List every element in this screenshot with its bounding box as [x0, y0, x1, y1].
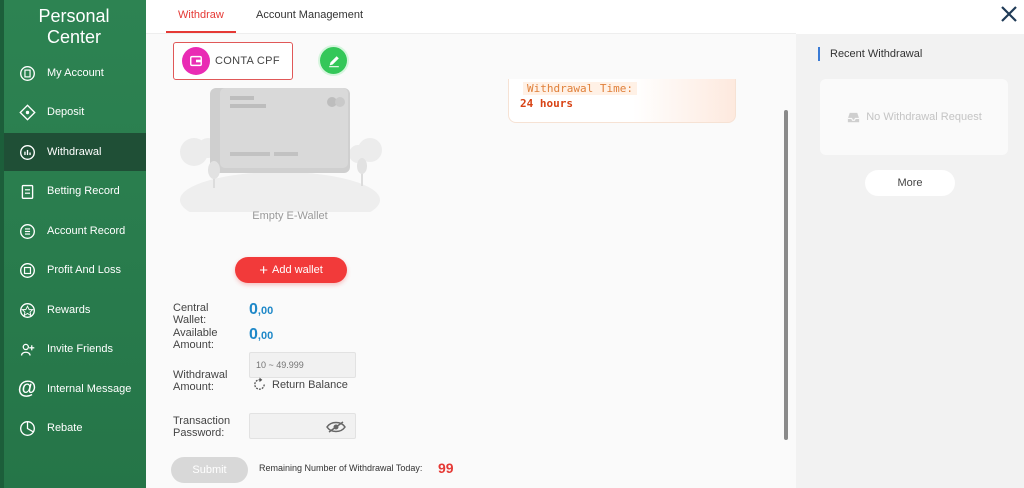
return-balance-label: Return Balance [272, 378, 348, 391]
more-button[interactable]: More [865, 170, 955, 196]
available-amount-label: Available Amount: [173, 327, 218, 351]
available-amount-int: 0 [249, 326, 258, 343]
sidebar-item-label: Internal Message [47, 383, 132, 395]
withdrawal-time-box: Withdrawal Time: 24 hours [508, 79, 736, 123]
central-wallet-dec: ,00 [257, 305, 274, 317]
sidebar-item-label: Account Record [47, 225, 126, 237]
profit-loss-icon [18, 261, 36, 279]
rewards-icon [18, 301, 36, 319]
sidebar-item-withdrawal[interactable]: Withdrawal [4, 133, 146, 171]
available-amount: 0,00 [249, 326, 273, 344]
inbox-icon [848, 112, 860, 122]
invite-friends-icon [18, 340, 36, 358]
rebate-icon [18, 419, 36, 437]
submit-button[interactable]: Submit [171, 457, 248, 483]
add-wallet-label: Add wallet [272, 264, 323, 276]
sidebar-item-deposit[interactable]: Deposit [4, 93, 146, 131]
central-wallet-int: 0 [249, 301, 258, 318]
sidebar-item-my-account[interactable]: My Account [4, 54, 146, 92]
sidebar-item-label: Profit And Loss [47, 264, 121, 276]
sidebar-item-label: Invite Friends [47, 343, 114, 355]
sidebar-item-label: Deposit [47, 106, 85, 118]
refresh-icon [254, 377, 265, 390]
tab-active-underline [166, 31, 236, 33]
sidebar-title: Personal Center [38, 6, 110, 47]
sidebar-item-betting-record[interactable]: Betting Record [4, 172, 146, 210]
withdrawal-time-value: 24 hours [520, 97, 573, 110]
central-wallet-amount: 0,00 [249, 301, 273, 319]
sidebar-item-label: Betting Record [47, 185, 120, 197]
transaction-password-input[interactable] [249, 413, 356, 439]
sidebar-item-label: Rewards [47, 304, 91, 316]
no-withdrawal-request-text: No Withdrawal Request [866, 111, 982, 123]
wallet-icon [182, 47, 210, 75]
conta-cpf-button[interactable]: CONTA CPF [173, 42, 293, 80]
sidebar: Personal Center My Account Deposit Withd… [0, 0, 146, 488]
account-icon [18, 64, 36, 82]
no-withdrawal-request-box: No Withdrawal Request [820, 79, 1008, 155]
at-icon: @ [17, 378, 37, 399]
tab-bar: Withdraw Account Management [146, 0, 796, 34]
empty-wallet-label: Empty E-Wallet [252, 210, 328, 222]
sidebar-item-invite-friends[interactable]: Invite Friends [4, 330, 146, 368]
return-balance-button[interactable]: Return Balance [252, 377, 348, 392]
eye-hidden-icon[interactable] [326, 420, 346, 434]
withdrawal-amount-label: Withdrawal Amount: [173, 369, 228, 393]
scrollbar[interactable] [784, 110, 788, 440]
sidebar-item-label: Rebate [47, 422, 83, 434]
central-wallet-label: Central Wallet: [173, 302, 209, 326]
account-record-icon [18, 222, 36, 240]
remaining-withdrawals-label: Remaining Number of Withdrawal Today: [259, 463, 423, 473]
withdrawal-amount-input[interactable] [249, 352, 356, 378]
close-icon[interactable] [997, 2, 1021, 26]
tab-account-management[interactable]: Account Management [256, 9, 363, 21]
recent-withdrawal-title: Recent Withdrawal [818, 47, 922, 61]
sidebar-item-rewards[interactable]: Rewards [4, 291, 146, 329]
sidebar-item-label: Withdrawal [47, 146, 102, 158]
plus-icon: + [259, 261, 268, 279]
deposit-icon [18, 103, 36, 121]
remaining-withdrawals-count: 99 [438, 460, 454, 476]
sidebar-item-label: My Account [47, 67, 104, 79]
betting-record-icon [18, 182, 36, 200]
sidebar-item-rebate[interactable]: Rebate [4, 409, 146, 447]
edit-icon[interactable] [320, 47, 347, 74]
conta-cpf-label: CONTA CPF [215, 55, 280, 67]
transaction-password-label: Transaction Password: [173, 415, 231, 439]
empty-wallet-illustration [180, 88, 382, 212]
withdrawal-icon [18, 143, 36, 161]
available-amount-dec: ,00 [257, 330, 274, 342]
sidebar-item-profit-and-loss[interactable]: Profit And Loss [4, 251, 146, 289]
add-wallet-button[interactable]: + Add wallet [235, 257, 347, 283]
withdrawal-time-title: Withdrawal Time: [523, 82, 637, 95]
sidebar-item-account-record[interactable]: Account Record [4, 212, 146, 250]
tab-withdraw[interactable]: Withdraw [178, 9, 224, 21]
sidebar-item-internal-message[interactable]: @ Internal Message [4, 370, 146, 408]
